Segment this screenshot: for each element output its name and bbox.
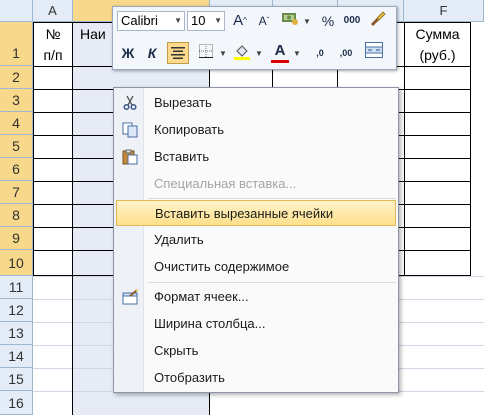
row-header-10[interactable]: 10	[0, 250, 33, 276]
align-center-button[interactable]	[167, 42, 189, 64]
row-header-1[interactable]: 1	[0, 22, 33, 66]
format-cells-icon	[122, 289, 138, 305]
italic-button[interactable]: К	[141, 42, 163, 64]
font-color-icon: A	[274, 42, 286, 59]
merge-center-button[interactable]	[363, 42, 385, 64]
fill-color-button[interactable]	[231, 42, 253, 64]
percent-button[interactable]: %	[317, 10, 339, 32]
number-format-button[interactable]	[279, 10, 301, 32]
thousands-separator-button[interactable]: 000	[341, 10, 363, 32]
row-header-15[interactable]: 15	[0, 368, 33, 391]
chevron-down-icon[interactable]: ▼	[255, 49, 263, 58]
chevron-down-icon[interactable]: ▼	[219, 49, 227, 58]
menu-item-label: Ширина столбца...	[154, 316, 266, 331]
menu-item-unhide[interactable]: Отобразить	[116, 365, 396, 391]
row-header-7[interactable]: 7	[0, 181, 33, 204]
shrink-font-icon: A	[258, 14, 267, 28]
menu-item-label: Копировать	[154, 122, 224, 137]
row-header-2[interactable]: 2	[0, 66, 33, 89]
decrease-decimal-icon: ,00	[339, 48, 353, 58]
menu-item-label: Вставить	[154, 149, 210, 164]
menu-item-insert-cut-cells[interactable]: Вставить вырезанные ячейки	[116, 200, 396, 226]
cell-f1-line2[interactable]: (руб.)	[405, 45, 470, 66]
menu-item-cut[interactable]: Вырезать	[116, 90, 396, 116]
fill-bucket-icon	[234, 45, 250, 60]
font-color-swatch	[271, 60, 289, 63]
row-header-6[interactable]: 6	[0, 158, 33, 181]
grow-font-icon: A	[233, 12, 244, 29]
decrease-decimal-button[interactable]: ,00	[335, 42, 357, 64]
row-header-9[interactable]: 9	[0, 227, 33, 250]
menu-item-label: Удалить	[154, 232, 204, 247]
font-size-value: 10	[191, 13, 206, 28]
row-header-13[interactable]: 13	[0, 322, 33, 345]
menu-item-label: Скрыть	[154, 343, 199, 358]
context-menu: Вырезать Копировать Вставить Специальная…	[113, 87, 399, 393]
menu-item-label: Вставить вырезанные ячейки	[155, 206, 334, 221]
select-all-corner[interactable]	[0, 0, 33, 22]
mini-toolbar: Calibri ▼ 10 ▼ A^ Aˇ ▼ % 000 Ж К ▼ ▼ A ▼…	[112, 6, 397, 70]
increase-decimal-icon: ,0	[316, 48, 324, 58]
row-header-16[interactable]: 16	[0, 391, 33, 415]
menu-item-paste[interactable]: Вставить	[116, 144, 396, 170]
menu-separator	[148, 282, 396, 283]
menu-item-label: Очистить содержимое	[154, 259, 290, 274]
table-border	[72, 22, 73, 415]
font-name-combo[interactable]: Calibri ▼	[117, 11, 185, 31]
menu-item-column-width[interactable]: Ширина столбца...	[116, 311, 396, 337]
font-size-combo[interactable]: 10 ▼	[187, 11, 225, 31]
column-header-a[interactable]: A	[33, 0, 73, 22]
menu-item-label: Специальная вставка...	[154, 176, 297, 191]
menu-item-label: Отобразить	[154, 370, 225, 385]
menu-item-delete[interactable]: Удалить	[116, 227, 396, 253]
row-header-12[interactable]: 12	[0, 299, 33, 322]
menu-item-clear-contents[interactable]: Очистить содержимое	[116, 254, 396, 280]
menu-item-label: Формат ячеек...	[154, 289, 249, 304]
font-name-value: Calibri	[121, 13, 158, 28]
chevron-down-icon: ▼	[214, 16, 222, 25]
caret-down-icon: ˇ	[266, 16, 270, 25]
merge-cells-icon	[365, 42, 383, 58]
shrink-font-button[interactable]: Aˇ	[253, 10, 275, 32]
borders-button[interactable]	[195, 42, 217, 64]
menu-item-label: Вырезать	[154, 95, 212, 110]
grow-font-button[interactable]: A^	[229, 10, 251, 32]
table-border	[470, 22, 471, 276]
format-painter-button[interactable]	[367, 10, 389, 32]
menu-item-format-cells[interactable]: Формат ячеек...	[116, 284, 396, 310]
font-color-button[interactable]: A	[269, 40, 291, 63]
row-header-5[interactable]: 5	[0, 135, 33, 158]
copy-icon	[122, 122, 138, 138]
menu-separator	[148, 198, 396, 199]
row-header-3[interactable]: 3	[0, 89, 33, 112]
row-header-8[interactable]: 8	[0, 204, 33, 227]
column-header-f[interactable]: F	[404, 0, 484, 22]
borders-icon	[199, 44, 213, 58]
cell-f1-line1[interactable]: Сумма	[405, 24, 470, 45]
menu-item-hide[interactable]: Скрыть	[116, 338, 396, 364]
row-header-11[interactable]: 11	[0, 276, 33, 299]
brush-icon	[370, 11, 386, 27]
chevron-down-icon[interactable]: ▼	[303, 17, 311, 26]
increase-decimal-button[interactable]: ,0	[309, 42, 331, 64]
align-center-icon	[171, 47, 185, 59]
chevron-down-icon[interactable]: ▼	[293, 49, 301, 58]
menu-item-paste-special[interactable]: Специальная вставка...	[116, 171, 396, 197]
row-header-14[interactable]: 14	[0, 345, 33, 368]
menu-item-copy[interactable]: Копировать	[116, 117, 396, 143]
cell-a1-line2[interactable]: п/п	[34, 45, 72, 66]
scissors-icon	[123, 95, 137, 111]
row-header-4[interactable]: 4	[0, 112, 33, 135]
bold-button[interactable]: Ж	[117, 42, 139, 64]
chevron-down-icon: ▼	[174, 16, 182, 25]
currency-icon	[282, 13, 298, 25]
paste-icon	[122, 149, 138, 165]
cell-a1-line1[interactable]: №	[34, 24, 72, 45]
caret-up-icon: ^	[243, 16, 247, 25]
